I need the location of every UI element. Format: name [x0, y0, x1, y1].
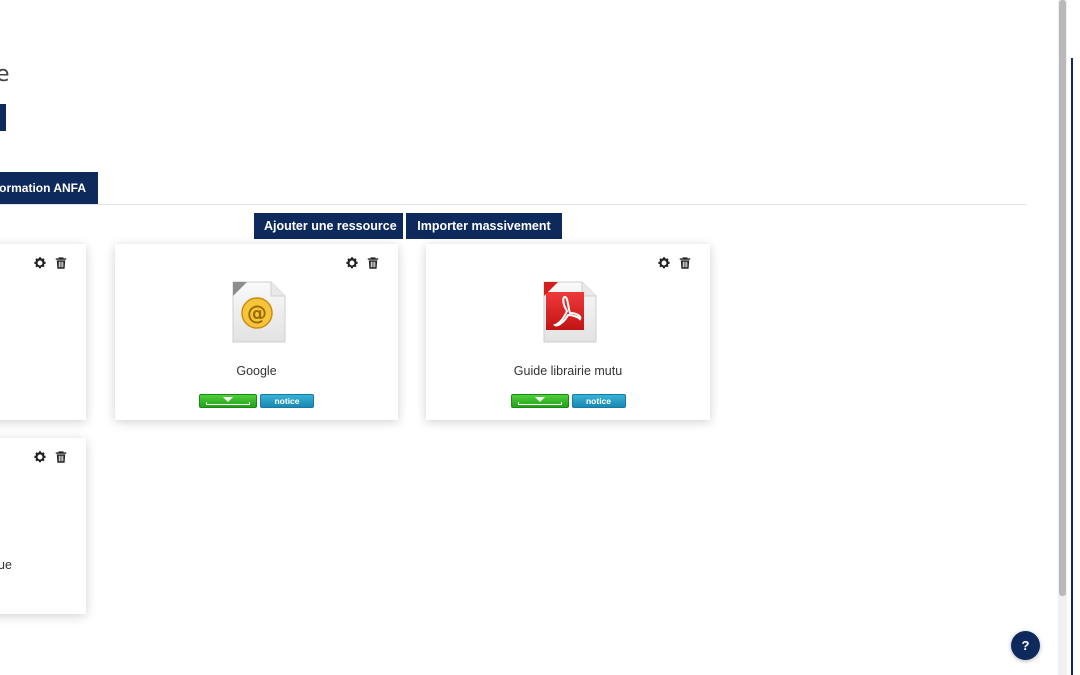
- gear-icon[interactable]: [345, 256, 359, 270]
- trash-icon[interactable]: [366, 256, 380, 270]
- card-title: Guide librairie mutu: [513, 364, 623, 378]
- download-arrow-icon[interactable]: [199, 394, 257, 408]
- card-tools: [33, 256, 68, 270]
- link-file-icon[interactable]: @: [227, 280, 287, 346]
- card-badges: notice: [115, 394, 398, 408]
- trash-icon[interactable]: [678, 256, 692, 270]
- gear-icon[interactable]: [33, 450, 47, 464]
- notice-button[interactable]: notice: [571, 394, 626, 408]
- trash-icon[interactable]: [54, 450, 68, 464]
- card-tools: [345, 256, 380, 270]
- tab-divider: [0, 204, 1026, 205]
- card-title: ue: [0, 558, 12, 572]
- resource-card: ue: [0, 438, 86, 614]
- pdf-file-icon[interactable]: [538, 280, 598, 346]
- scrollbar-thumb[interactable]: [1059, 0, 1066, 596]
- svg-text:@: @: [247, 301, 267, 325]
- resource-card-guide: Guide librairie mutu notice: [426, 244, 710, 420]
- tab-formation-anfa[interactable]: ormation ANFA: [0, 172, 98, 204]
- resource-card-google: @ Google notice: [115, 244, 398, 420]
- card-badges: notice: [426, 394, 710, 408]
- help-button[interactable]: ?: [1011, 631, 1040, 660]
- side-panel-border: [1071, 58, 1073, 675]
- add-resource-button[interactable]: Ajouter une ressource: [254, 213, 403, 239]
- gear-icon[interactable]: [33, 256, 47, 270]
- card-tools: [657, 256, 692, 270]
- page-title: e: [0, 62, 10, 87]
- trash-icon[interactable]: [54, 256, 68, 270]
- title-underline-bar: [0, 104, 6, 131]
- resource-card: [0, 244, 86, 420]
- card-tools: [33, 450, 68, 464]
- download-arrow-icon[interactable]: [510, 394, 569, 408]
- bulk-import-button[interactable]: Importer massivement: [406, 213, 562, 239]
- card-title: Google: [236, 364, 277, 378]
- notice-button[interactable]: notice: [260, 394, 314, 408]
- gear-icon[interactable]: [657, 256, 671, 270]
